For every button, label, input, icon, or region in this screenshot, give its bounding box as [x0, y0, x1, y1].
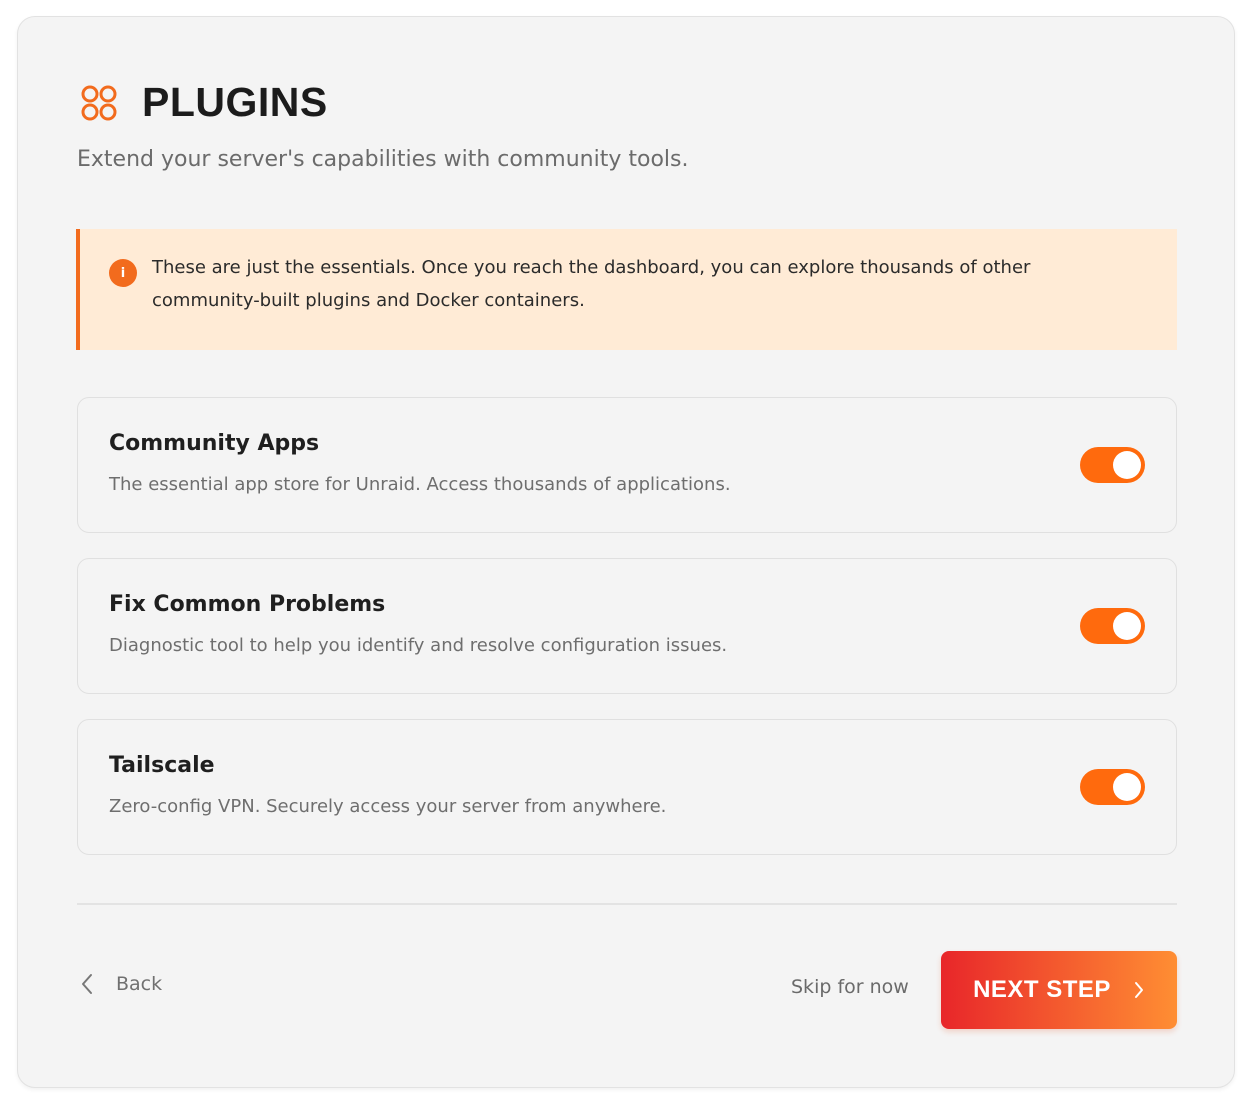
chevron-right-icon	[1134, 982, 1143, 998]
back-button[interactable]: Back	[80, 972, 162, 996]
next-step-label: NEXT STEP	[973, 976, 1111, 1003]
plugin-name: Fix Common Problems	[109, 592, 386, 617]
plugin-card-community-apps: Community Apps The essential app store f…	[77, 397, 1177, 533]
page-header: PLUGINS	[80, 79, 328, 126]
page-title: PLUGINS	[142, 79, 328, 125]
notice-text: These are just the essentials. Once you …	[152, 257, 1031, 311]
page-subtitle: Extend your server's capabilities with c…	[77, 147, 689, 172]
next-step-button[interactable]: NEXT STEP	[941, 951, 1177, 1029]
plugin-description: The essential app store for Unraid. Acce…	[109, 474, 731, 495]
toggle-knob	[1113, 451, 1141, 479]
plugin-description: Zero-config VPN. Securely access your se…	[109, 796, 667, 817]
skip-button[interactable]: Skip for now	[791, 976, 909, 998]
plugin-card-fix-common-problems: Fix Common Problems Diagnostic tool to h…	[77, 558, 1177, 694]
info-notice: i These are just the essentials. Once yo…	[76, 229, 1177, 350]
plugin-description: Diagnostic tool to help you identify and…	[109, 635, 728, 656]
setup-card: PLUGINS Extend your server's capabilitie…	[17, 16, 1235, 1088]
info-icon: i	[109, 259, 137, 287]
plugin-name: Community Apps	[109, 431, 320, 456]
plugin-name: Tailscale	[109, 753, 215, 778]
apps-grid-icon	[81, 85, 117, 120]
toggle-tailscale[interactable]	[1080, 769, 1145, 805]
toggle-knob	[1113, 612, 1141, 640]
footer-divider	[77, 903, 1177, 905]
back-label: Back	[116, 973, 163, 995]
toggle-community-apps[interactable]	[1080, 447, 1145, 483]
toggle-fix-common-problems[interactable]	[1080, 608, 1145, 644]
plugin-card-tailscale: Tailscale Zero-config VPN. Securely acce…	[77, 719, 1177, 855]
toggle-knob	[1113, 773, 1141, 801]
chevron-left-icon	[82, 974, 92, 994]
